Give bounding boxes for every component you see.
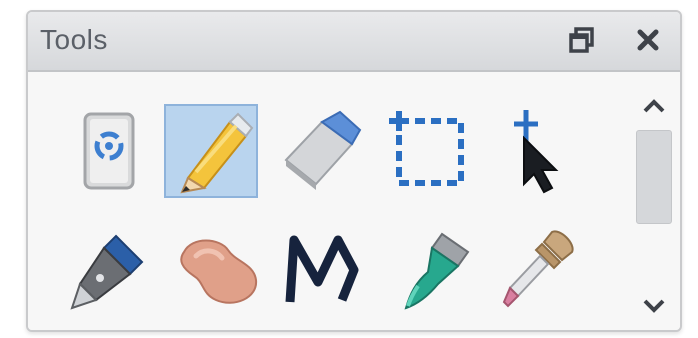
- pen-nib-tool[interactable]: [62, 222, 156, 316]
- rectangle-select-tool[interactable]: [382, 104, 476, 198]
- tools-panel: Tools: [26, 10, 682, 332]
- arrow-cursor-icon: [514, 110, 559, 194]
- chevron-up-icon: [643, 99, 665, 113]
- rectangle-select-icon: [389, 111, 464, 186]
- restore-window-icon: [569, 27, 594, 53]
- m-path-icon: [285, 235, 359, 303]
- magic-wand-tool[interactable]: [276, 222, 370, 316]
- restore-button[interactable]: [564, 22, 600, 58]
- paint-brush-tool[interactable]: [384, 222, 478, 316]
- panel-title: Tools: [40, 24, 108, 55]
- paint-brush-icon: [404, 232, 470, 310]
- pencil-icon: [180, 112, 254, 194]
- close-icon: [637, 29, 659, 51]
- eraser-icon: [284, 110, 362, 190]
- pen-nib-icon: [70, 234, 144, 310]
- smudge-tool[interactable]: [170, 222, 264, 316]
- scroll-down-button[interactable]: [632, 286, 676, 326]
- eraser-tool[interactable]: [274, 104, 368, 198]
- tools-grid: [28, 72, 680, 330]
- arrow-pointer-tool[interactable]: [490, 104, 584, 198]
- scroll-thumb[interactable]: [636, 130, 672, 224]
- chevron-down-icon: [643, 299, 665, 313]
- scroll-track[interactable]: [636, 130, 672, 280]
- close-button[interactable]: [630, 22, 666, 58]
- scroll-up-button[interactable]: [632, 86, 676, 126]
- recycle-bin-icon: [83, 112, 135, 190]
- eyedropper-icon: [502, 230, 574, 308]
- panel-titlebar[interactable]: Tools: [28, 12, 680, 72]
- smudge-icon: [180, 239, 258, 304]
- vertical-scrollbar[interactable]: [632, 80, 676, 324]
- recycle-bin-tool[interactable]: [62, 104, 156, 198]
- pencil-tool[interactable]: [164, 104, 258, 198]
- eyedropper-tool[interactable]: [492, 222, 586, 316]
